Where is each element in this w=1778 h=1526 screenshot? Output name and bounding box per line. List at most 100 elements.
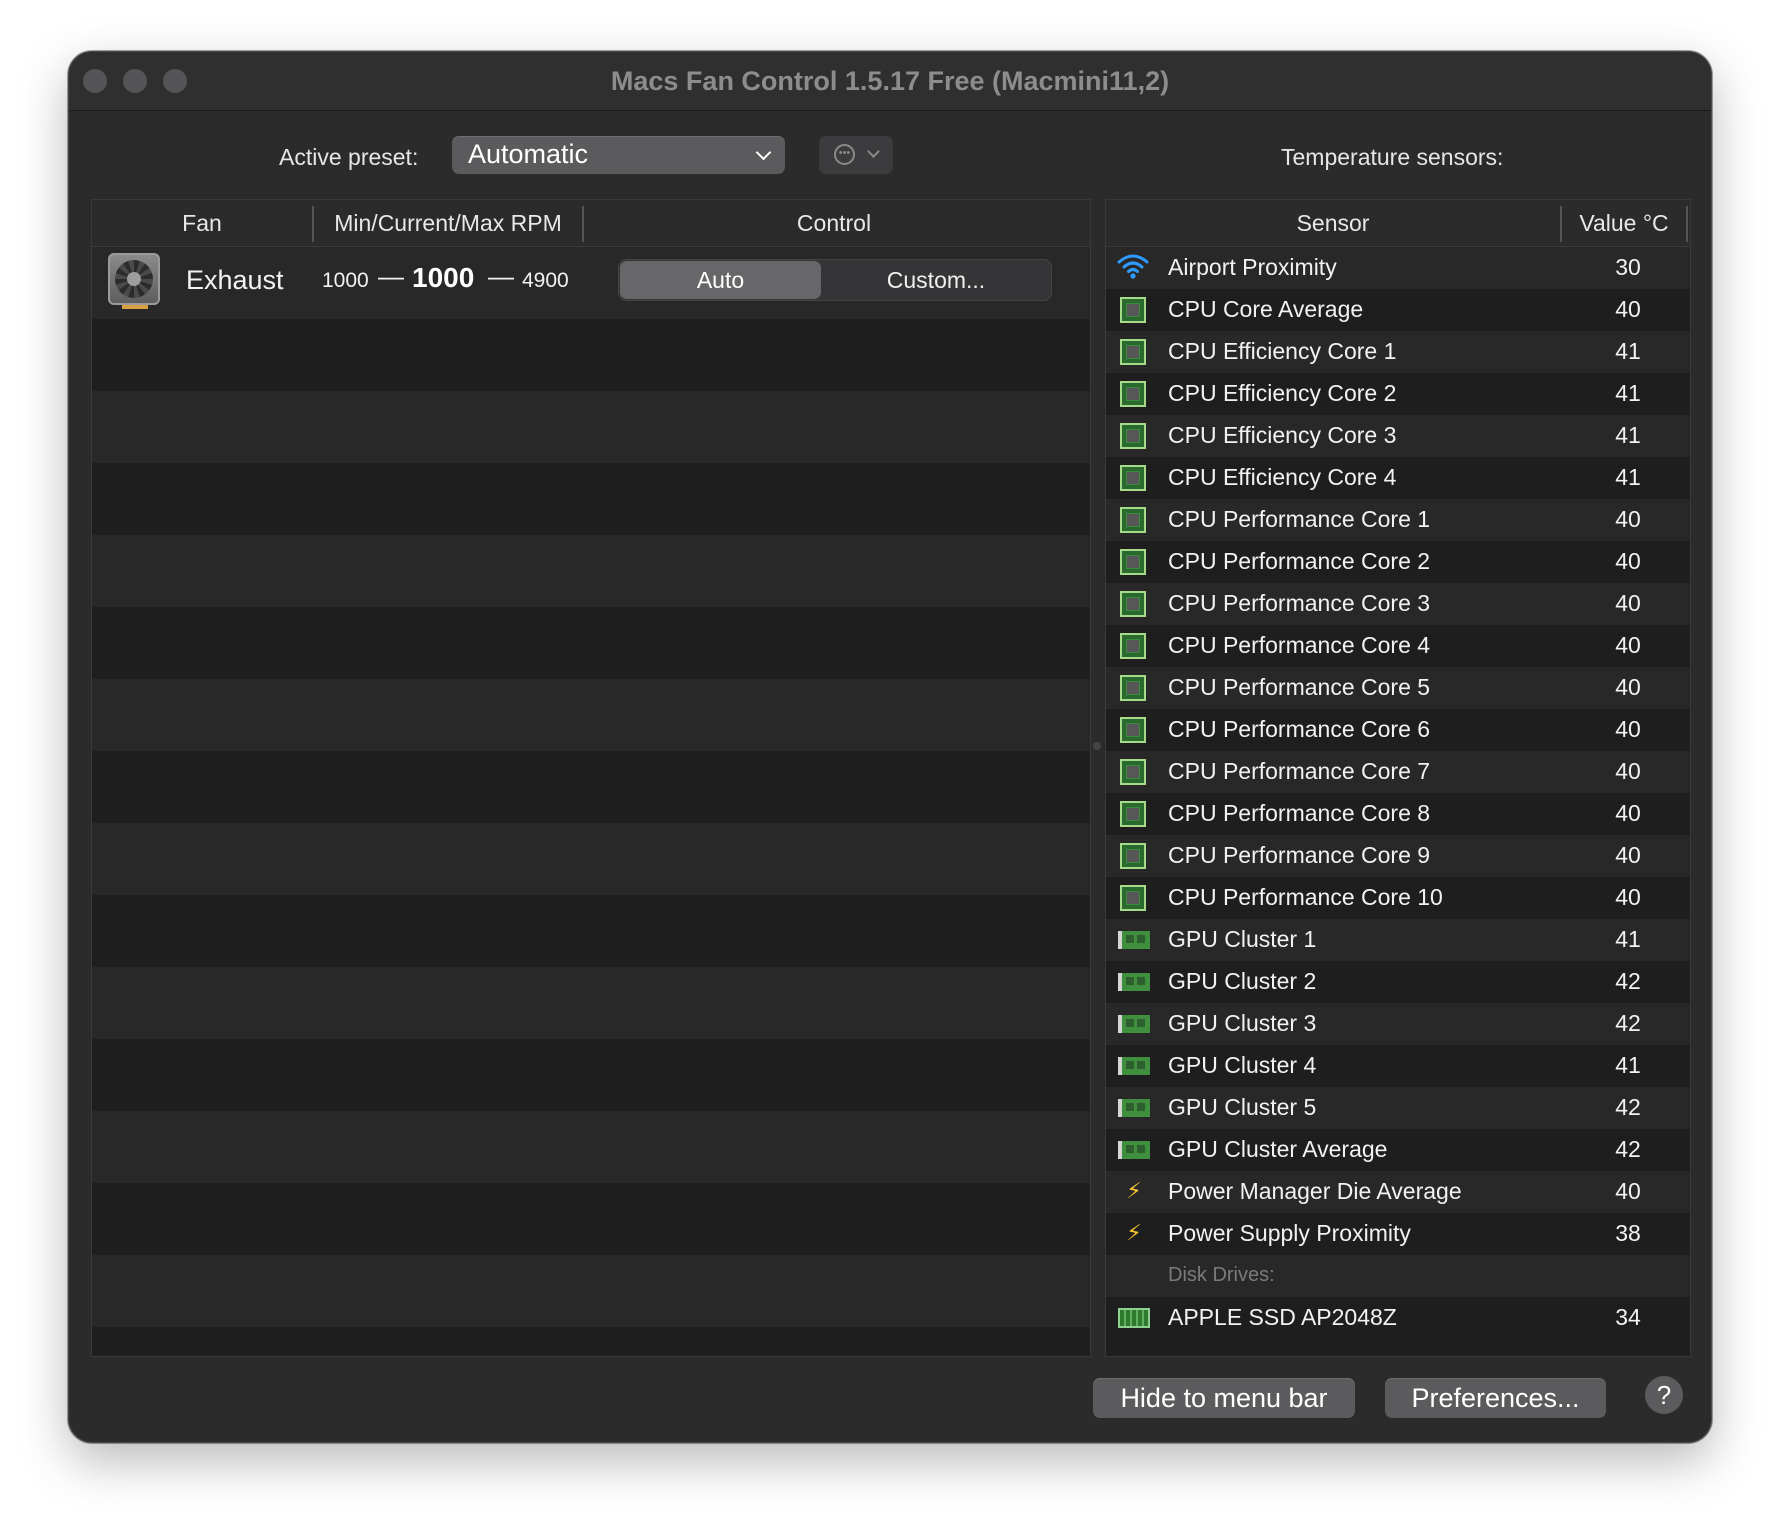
empty-table-row <box>92 1255 1090 1327</box>
fan-table-header: Fan Min/Current/Max RPM Control <box>92 200 1090 247</box>
cpu-icon <box>1120 591 1146 617</box>
fan-row-exhaust[interactable]: Exhaust 1000 — 1000 — 4900 Auto Custom..… <box>92 247 1090 319</box>
sensor-value: 40 <box>1615 632 1641 658</box>
sensor-value: 42 <box>1615 968 1641 994</box>
sensor-row[interactable]: CPU Efficiency Core 2 41 <box>1106 373 1690 415</box>
column-header-sensor[interactable]: Sensor <box>1106 200 1560 246</box>
sensor-group-header: Disk Drives: <box>1106 1255 1690 1297</box>
sensor-row[interactable]: CPU Efficiency Core 3 41 <box>1106 415 1690 457</box>
rpm-separator: — <box>488 261 514 291</box>
gpu-icon <box>1118 1057 1150 1075</box>
rpm-separator: — <box>378 261 404 291</box>
sensor-row[interactable]: APPLE SSD AP2048Z 34 <box>1106 1297 1690 1339</box>
sensor-value: 42 <box>1615 1010 1641 1036</box>
sensor-value: 40 <box>1615 842 1641 868</box>
cpu-icon <box>1120 549 1146 575</box>
sensor-name: Airport Proximity <box>1168 254 1337 280</box>
empty-table-row <box>92 391 1090 463</box>
fan-current-rpm: 1000 <box>412 262 475 293</box>
sensor-value: 40 <box>1615 296 1641 322</box>
sensor-row[interactable]: GPU Cluster 5 42 <box>1106 1087 1690 1129</box>
sensor-value: 42 <box>1615 1136 1641 1162</box>
sensor-row[interactable]: CPU Efficiency Core 1 41 <box>1106 331 1690 373</box>
auto-control-button[interactable]: Auto <box>620 261 821 299</box>
sensor-name: GPU Cluster 3 <box>1168 1010 1317 1036</box>
fan-name: Exhaust <box>186 265 284 295</box>
column-header-value[interactable]: Value °C <box>1562 200 1686 246</box>
empty-table-row <box>92 1183 1090 1255</box>
split-view-handle[interactable] <box>1093 742 1101 750</box>
sensor-name: GPU Cluster Average <box>1168 1136 1388 1162</box>
empty-table-row <box>92 463 1090 535</box>
sensor-name: CPU Efficiency Core 2 <box>1168 380 1397 406</box>
cpu-icon <box>1120 885 1146 911</box>
sensor-row[interactable]: GPU Cluster Average 42 <box>1106 1129 1690 1171</box>
sensor-row[interactable]: CPU Performance Core 10 40 <box>1106 877 1690 919</box>
sensor-value: 41 <box>1615 926 1641 952</box>
cpu-icon <box>1120 633 1146 659</box>
column-header-rpm[interactable]: Min/Current/Max RPM <box>314 200 582 246</box>
sensor-row[interactable]: GPU Cluster 3 42 <box>1106 1003 1690 1045</box>
sensor-row[interactable]: Airport Proximity 30 <box>1106 247 1690 289</box>
empty-table-row <box>92 823 1090 895</box>
sensor-row[interactable]: CPU Performance Core 5 40 <box>1106 667 1690 709</box>
sensor-row[interactable]: GPU Cluster 2 42 <box>1106 961 1690 1003</box>
bolt-icon: ⚡ <box>1126 1220 1142 1245</box>
sensor-row[interactable]: CPU Performance Core 9 40 <box>1106 835 1690 877</box>
sensor-row[interactable]: CPU Efficiency Core 4 41 <box>1106 457 1690 499</box>
cpu-icon <box>1120 381 1146 407</box>
preset-selected-value: Automatic <box>468 139 589 169</box>
cpu-icon <box>1120 675 1146 701</box>
sensor-row[interactable]: CPU Performance Core 7 40 <box>1106 751 1690 793</box>
ssd-icon <box>1118 1308 1150 1328</box>
sensor-row[interactable]: CPU Performance Core 3 40 <box>1106 583 1690 625</box>
sensor-row[interactable]: CPU Performance Core 8 40 <box>1106 793 1690 835</box>
sensor-value: 40 <box>1615 548 1641 574</box>
preset-dropdown[interactable]: Automatic <box>452 136 785 174</box>
sensor-table: Sensor Value °C Airport Proximity 30 CPU C… <box>1105 199 1691 1357</box>
sensor-row[interactable]: CPU Core Average 40 <box>1106 289 1690 331</box>
preferences-button[interactable]: Preferences... <box>1385 1378 1606 1418</box>
sensor-value: 40 <box>1615 674 1641 700</box>
sensor-row[interactable]: CPU Performance Core 2 40 <box>1106 541 1690 583</box>
fan-max-rpm: 4900 <box>522 269 569 292</box>
column-header-control[interactable]: Control <box>584 200 1084 246</box>
fan-base <box>122 305 148 309</box>
sensor-name: GPU Cluster 1 <box>1168 926 1317 952</box>
sensor-list: Airport Proximity 30 CPU Core Average 40 CPU… <box>1106 247 1690 1339</box>
sensor-row[interactable]: GPU Cluster 4 41 <box>1106 1045 1690 1087</box>
empty-table-row <box>92 607 1090 679</box>
sensor-row[interactable]: CPU Performance Core 4 40 <box>1106 625 1690 667</box>
empty-table-row <box>92 1111 1090 1183</box>
fan-min-rpm: 1000 <box>322 269 369 292</box>
temperature-sensors-label: Temperature sensors: <box>1281 144 1504 170</box>
sensor-row[interactable]: ⚡ Power Supply Proximity 38 <box>1106 1213 1690 1255</box>
ellipsis-circle-icon: ••• <box>834 144 855 165</box>
sensor-row[interactable]: ⚡ Power Manager Die Average 40 <box>1106 1171 1690 1213</box>
hide-to-menu-bar-button[interactable]: Hide to menu bar <box>1093 1378 1355 1418</box>
column-divider[interactable] <box>1686 206 1688 242</box>
sensor-name: CPU Efficiency Core 4 <box>1168 464 1397 490</box>
sensor-row[interactable]: GPU Cluster 1 41 <box>1106 919 1690 961</box>
empty-table-row <box>92 895 1090 967</box>
help-button[interactable]: ? <box>1645 1376 1683 1414</box>
sensor-value: 30 <box>1615 254 1641 280</box>
sensor-value: 41 <box>1615 380 1641 406</box>
fan-control-segmented[interactable]: Auto Custom... <box>618 259 1052 301</box>
sensor-value: 41 <box>1615 464 1641 490</box>
sensor-name: GPU Cluster 4 <box>1168 1052 1317 1078</box>
column-header-fan[interactable]: Fan <box>92 200 312 246</box>
sensor-row[interactable]: CPU Performance Core 6 40 <box>1106 709 1690 751</box>
gpu-icon <box>1118 1141 1150 1159</box>
sensor-row[interactable]: CPU Performance Core 1 40 <box>1106 499 1690 541</box>
preset-actions-button[interactable]: ••• <box>819 136 893 174</box>
custom-control-button[interactable]: Custom... <box>823 261 1049 299</box>
title-bar[interactable]: Macs Fan Control 1.5.17 Free (Macmini11,… <box>69 52 1711 111</box>
sensor-name: Power Manager Die Average <box>1168 1178 1462 1204</box>
sensor-name: CPU Performance Core 6 <box>1168 716 1431 742</box>
sensor-name: CPU Performance Core 8 <box>1168 800 1431 826</box>
sensor-table-header: Sensor Value °C <box>1106 200 1690 247</box>
sensor-name: CPU Performance Core 2 <box>1168 548 1431 574</box>
sensor-name: CPU Performance Core 4 <box>1168 632 1431 658</box>
empty-table-row <box>92 967 1090 1039</box>
